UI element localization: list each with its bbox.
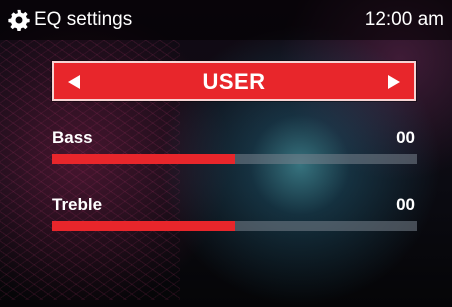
bass-value: 00 [396, 128, 415, 147]
bass-slider-fill [52, 154, 235, 164]
eq-settings-screen: EQ settings 12:00 am USER Bass 00 Treble… [0, 0, 452, 307]
treble-value: 00 [396, 195, 415, 214]
status-bar: EQ settings 12:00 am [0, 0, 452, 40]
clock: 12:00 am [364, 9, 444, 30]
gear-icon [8, 9, 30, 31]
preset-label: USER [202, 69, 266, 94]
page-title: EQ settings [34, 9, 133, 30]
triangle-right-icon[interactable] [384, 71, 404, 93]
treble-label: Treble [52, 195, 103, 214]
treble-slider[interactable] [52, 221, 417, 231]
bass-slider[interactable] [52, 154, 417, 164]
treble-slider-fill [52, 221, 235, 231]
preset-selector[interactable]: USER [52, 61, 416, 101]
bass-label: Bass [52, 128, 93, 147]
